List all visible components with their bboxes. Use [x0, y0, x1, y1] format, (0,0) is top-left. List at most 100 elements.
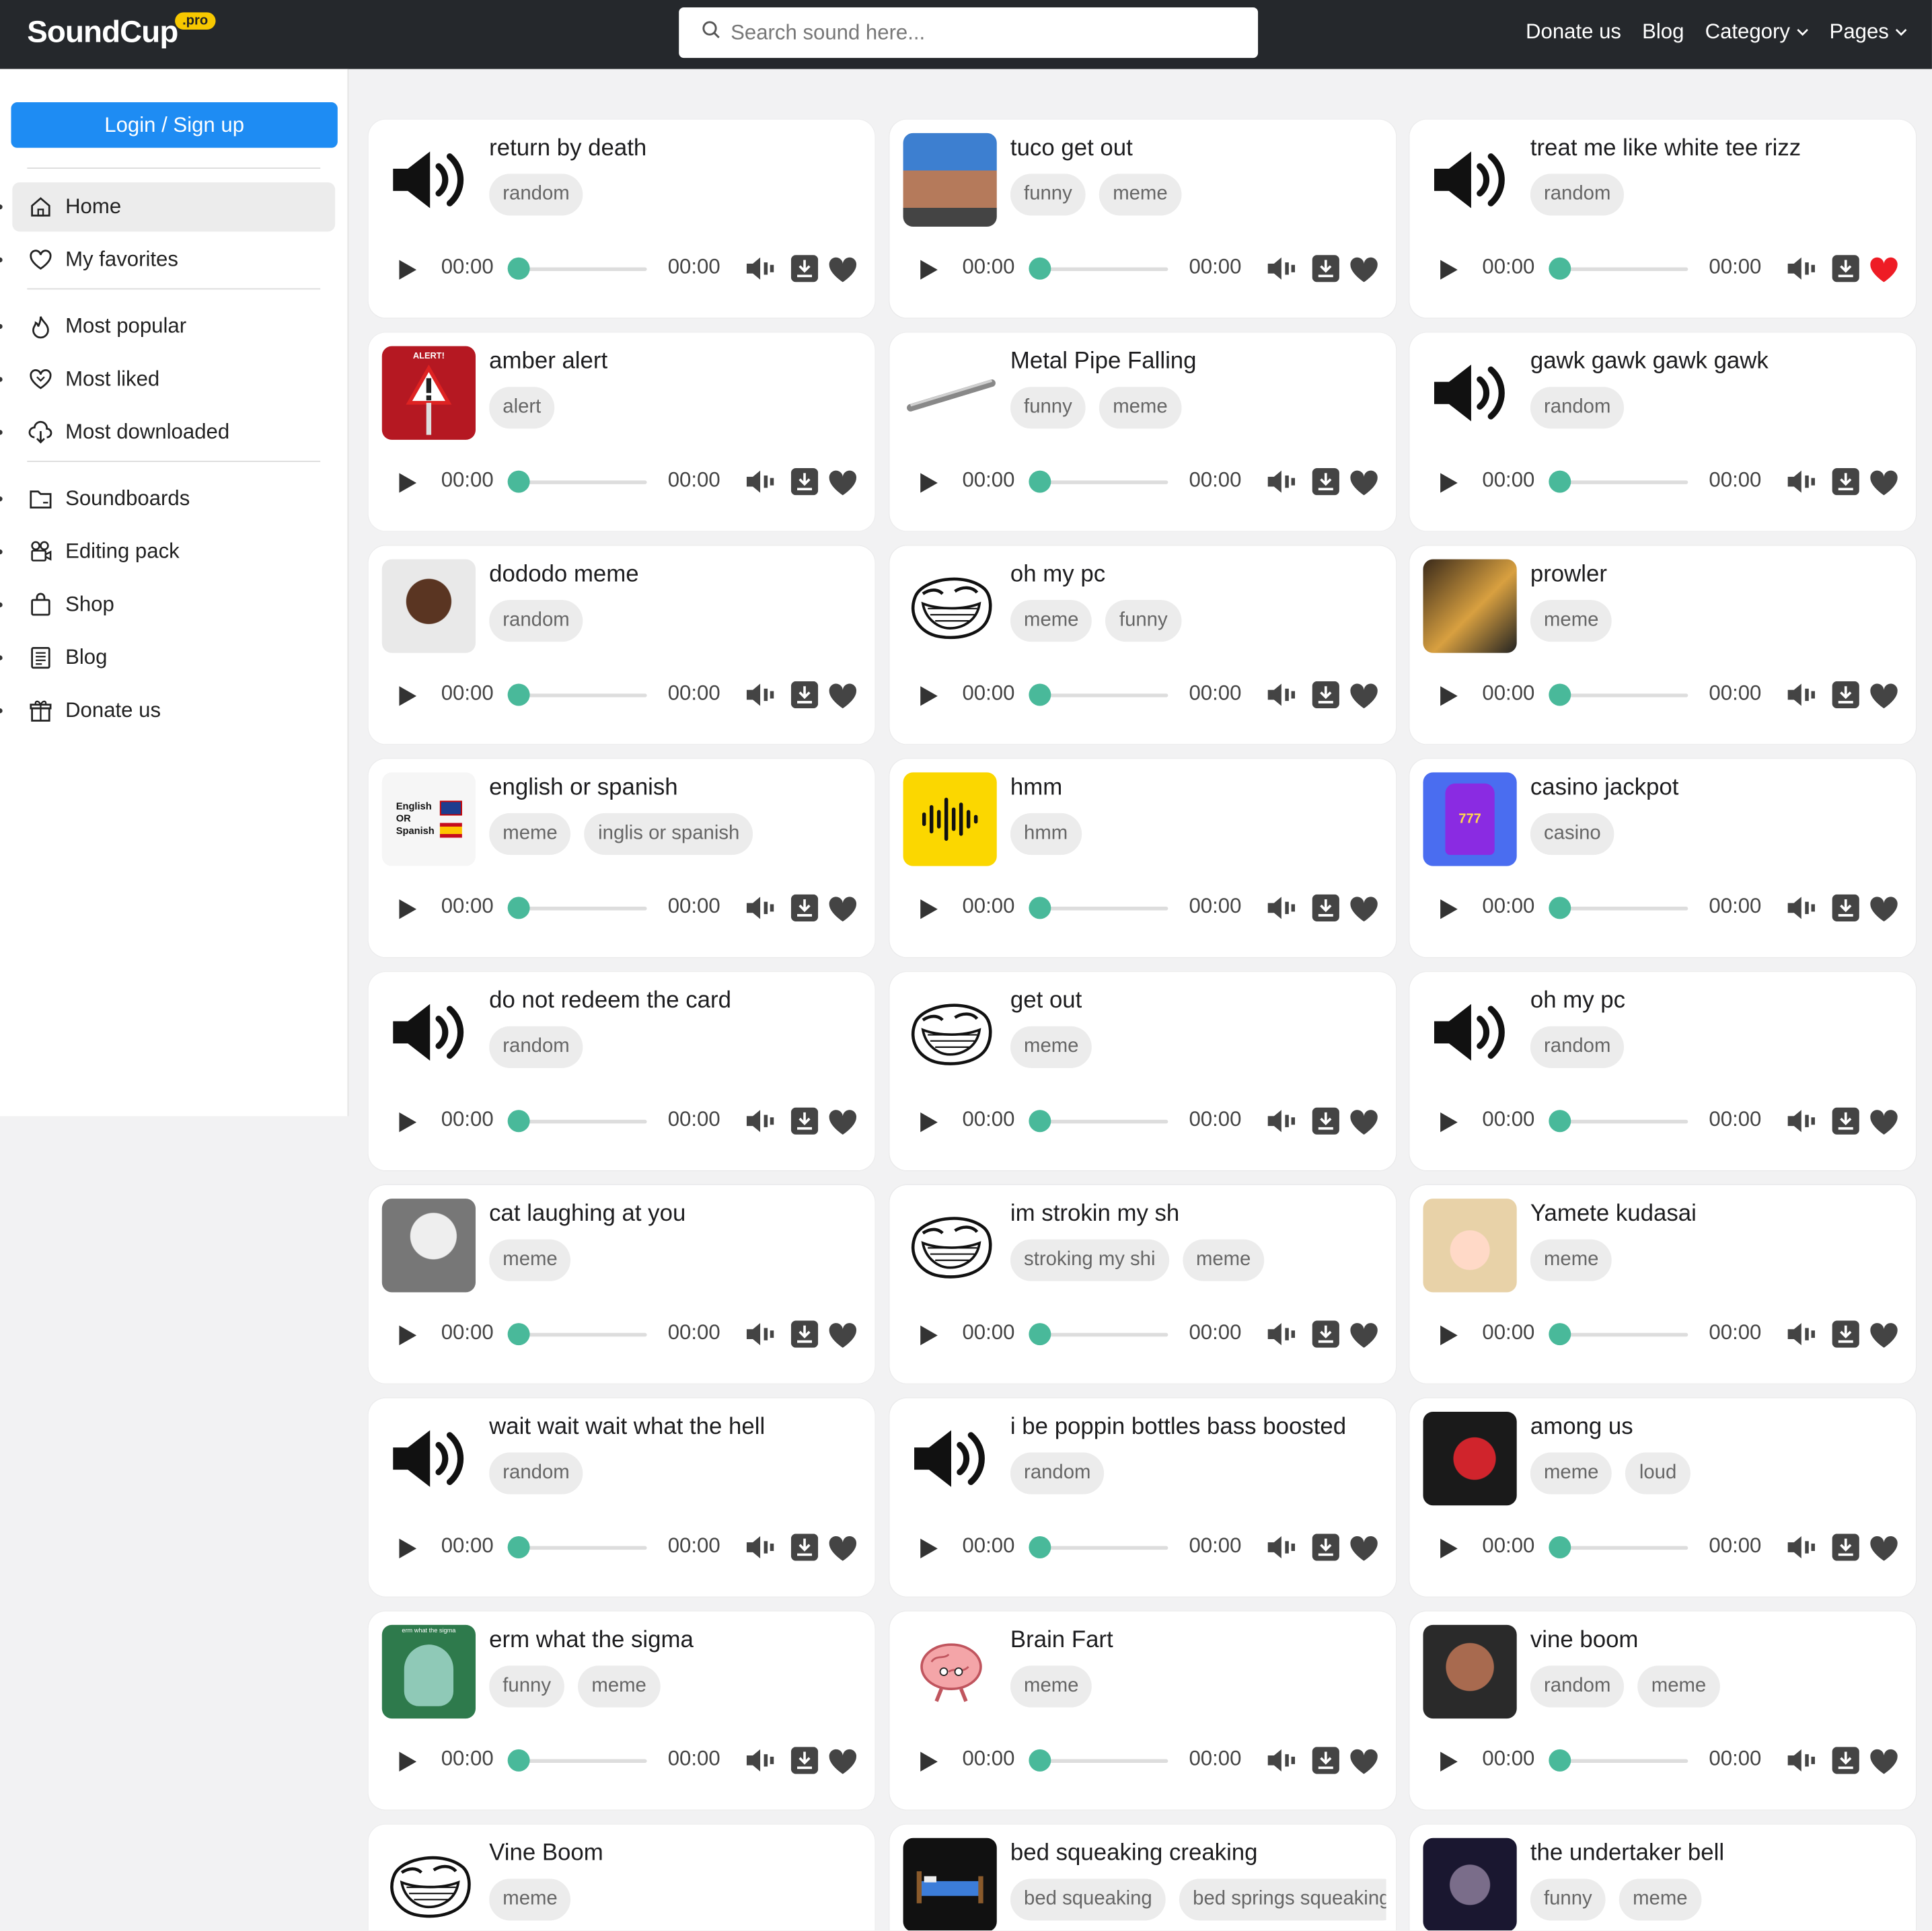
volume-icon[interactable] — [1267, 1748, 1296, 1779]
sound-card[interactable]: i be poppin bottles bass boosted random 00… — [889, 1398, 1397, 1597]
download-icon[interactable] — [1312, 1107, 1339, 1141]
sound-title[interactable]: im strokin my sh — [1010, 1201, 1386, 1228]
favorite-heart-icon[interactable] — [1869, 683, 1899, 716]
tuco-image[interactable] — [903, 132, 997, 227]
progress-track[interactable] — [519, 1546, 647, 1550]
progress-track[interactable] — [1559, 480, 1688, 484]
tag-chip[interactable]: casino — [1530, 812, 1614, 856]
tag-chip[interactable]: random — [489, 1452, 583, 1494]
play-icon[interactable] — [398, 685, 418, 713]
speaker-icon[interactable] — [1423, 132, 1517, 227]
download-icon[interactable] — [1312, 1320, 1339, 1353]
bed-image[interactable] — [903, 1838, 997, 1931]
progress-track[interactable] — [519, 267, 647, 271]
volume-icon[interactable] — [1787, 256, 1816, 287]
tag-chip[interactable]: funny — [1010, 174, 1086, 216]
sound-title[interactable]: tuco get out — [1010, 135, 1386, 162]
volume-icon[interactable] — [1787, 1535, 1816, 1566]
tag-chip[interactable]: hmm — [1010, 812, 1082, 856]
play-icon[interactable] — [398, 1538, 418, 1566]
download-icon[interactable] — [790, 1107, 819, 1141]
favorite-heart-icon[interactable] — [828, 256, 858, 289]
download-icon[interactable] — [1832, 1747, 1859, 1780]
progress-track[interactable] — [1039, 1546, 1168, 1550]
favorite-heart-icon[interactable] — [1869, 1108, 1899, 1141]
sidebar-item-my-favorites[interactable]: My favorites — [12, 235, 335, 285]
sound-card[interactable]: oh my pc random 00:00 00:00 — [1409, 972, 1917, 1171]
search-input[interactable] — [731, 20, 1224, 45]
face-image[interactable] — [381, 559, 476, 653]
play-icon[interactable] — [1439, 259, 1458, 287]
download-icon[interactable] — [1832, 1320, 1859, 1353]
play-icon[interactable] — [1439, 1538, 1458, 1566]
progress-knob[interactable] — [1549, 1536, 1571, 1558]
sidebar-item-most-popular[interactable]: Most popular — [12, 302, 335, 351]
volume-icon[interactable] — [1787, 1108, 1816, 1139]
sound-title[interactable]: cat laughing at you — [489, 1201, 865, 1228]
favorite-heart-icon[interactable] — [1869, 896, 1899, 929]
tag-chip[interactable]: meme — [1099, 174, 1181, 216]
progress-track[interactable] — [1559, 1119, 1688, 1124]
favorite-heart-icon[interactable] — [828, 1748, 858, 1781]
undertaker-image[interactable] — [1423, 1838, 1517, 1931]
progress-knob[interactable] — [1549, 1110, 1571, 1133]
sidebar-item-shop[interactable]: Shop — [12, 580, 335, 630]
volume-icon[interactable] — [745, 896, 775, 927]
progress-knob[interactable] — [507, 683, 530, 706]
download-icon[interactable] — [1312, 1747, 1339, 1780]
progress-knob[interactable] — [1029, 257, 1051, 280]
sound-title[interactable]: among us — [1530, 1414, 1906, 1441]
sound-card[interactable]: gawk gawk gawk gawk random 00:00 00:00 — [1409, 332, 1917, 531]
tag-chip[interactable]: random — [489, 174, 583, 216]
progress-track[interactable] — [1559, 1332, 1688, 1337]
sound-card[interactable]: do not redeem the card random 00:00 00:00 — [368, 972, 875, 1171]
sound-title[interactable]: Yamete kudasai — [1530, 1201, 1906, 1228]
tag-chip[interactable]: stroking my shi — [1010, 1239, 1169, 1281]
play-icon[interactable] — [398, 1324, 418, 1353]
play-icon[interactable] — [1439, 472, 1458, 500]
progress-knob[interactable] — [1029, 1323, 1051, 1346]
tag-chip[interactable]: bed squeaking — [1010, 1879, 1166, 1921]
download-icon[interactable] — [790, 681, 819, 714]
tag-chip[interactable]: meme — [1530, 599, 1612, 642]
play-icon[interactable] — [919, 1111, 938, 1139]
tag-chip[interactable]: meme — [1530, 1239, 1612, 1281]
sound-card[interactable]: 777 casino jackpot casino 00:00 00:00 — [1409, 759, 1917, 958]
sound-title[interactable]: bed squeaking creaking — [1010, 1840, 1386, 1867]
progress-knob[interactable] — [1549, 897, 1571, 919]
progress-track[interactable] — [519, 1332, 647, 1337]
sound-card[interactable]: Yamete kudasai meme 00:00 00:00 — [1409, 1184, 1917, 1384]
tag-chip[interactable]: random — [1530, 387, 1625, 429]
progress-knob[interactable] — [507, 1110, 530, 1133]
play-icon[interactable] — [1439, 898, 1458, 926]
play-icon[interactable] — [1439, 1751, 1458, 1779]
volume-icon[interactable] — [1267, 683, 1296, 714]
progress-knob[interactable] — [1549, 683, 1571, 706]
sidebar-item-donate-us[interactable]: Donate us — [12, 686, 335, 735]
progress-track[interactable] — [519, 480, 647, 484]
download-icon[interactable] — [790, 1320, 819, 1353]
favorite-heart-icon[interactable] — [1869, 1748, 1899, 1781]
tag-chip[interactable]: funny — [1105, 599, 1181, 642]
alert-sign-image[interactable]: ALERT! — [381, 346, 476, 440]
sound-card[interactable]: tuco get out funny meme 00:00 00:00 — [889, 119, 1397, 318]
tag-chip[interactable]: random — [489, 599, 583, 642]
volume-icon[interactable] — [1787, 469, 1816, 500]
sound-title[interactable]: amber alert — [489, 348, 865, 375]
nav-category[interactable]: Category — [1705, 20, 1809, 44]
play-icon[interactable] — [919, 472, 938, 500]
download-icon[interactable] — [1312, 681, 1339, 714]
favorite-heart-icon[interactable] — [828, 1535, 858, 1568]
tag-chip[interactable]: random — [1530, 1665, 1625, 1708]
speaker-icon[interactable] — [381, 985, 476, 1080]
progress-knob[interactable] — [1029, 1536, 1051, 1558]
tag-chip[interactable]: meme — [1530, 1452, 1612, 1494]
progress-track[interactable] — [519, 693, 647, 697]
progress-track[interactable] — [1039, 1119, 1168, 1124]
sound-card[interactable]: erm what the sigma erm what the sigma funn… — [368, 1611, 875, 1810]
sound-card[interactable]: Metal Pipe Falling funny meme 00:00 00:00 — [889, 332, 1397, 531]
trollface-image[interactable] — [381, 1838, 476, 1931]
download-icon[interactable] — [790, 894, 819, 927]
tag-chip[interactable]: meme — [1010, 599, 1092, 642]
progress-knob[interactable] — [1029, 1749, 1051, 1772]
